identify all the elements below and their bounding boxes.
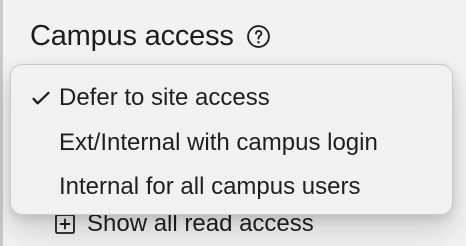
page-title: Campus access (30, 20, 234, 52)
left-panel-edge (0, 0, 3, 246)
menu-item-defer-to-site-access[interactable]: Defer to site access (11, 76, 452, 120)
campus-access-dropdown[interactable]: Defer to site access Ext/Internal with c… (10, 64, 453, 215)
menu-item-label: Internal for all campus users (59, 173, 361, 200)
question-circle-icon[interactable] (246, 24, 271, 49)
menu-item-label: Ext/Internal with campus login (59, 129, 378, 156)
checkmark-icon (29, 86, 53, 110)
campus-access-header: Campus access (30, 14, 271, 58)
menu-item-label: Defer to site access (59, 84, 270, 111)
plus-square-icon[interactable] (53, 212, 77, 236)
menu-item-ext-internal-with-campus-login[interactable]: Ext/Internal with campus login (11, 121, 452, 165)
menu-item-internal-for-all-campus-users[interactable]: Internal for all campus users (11, 165, 452, 209)
